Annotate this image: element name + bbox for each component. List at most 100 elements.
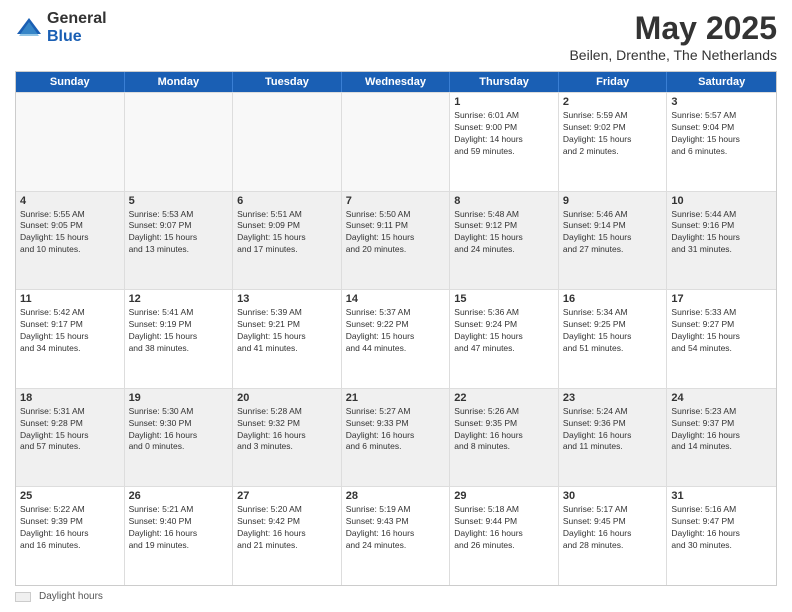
day-number: 15 <box>454 293 554 305</box>
day-number: 17 <box>671 293 772 305</box>
calendar-cell: 16 Sunrise: 5:34 AM Sunset: 9:25 PM Dayli… <box>559 290 668 388</box>
calendar-cell <box>233 93 342 191</box>
calendar-cell <box>125 93 234 191</box>
day-info: Sunrise: 5:59 AM Sunset: 9:02 PM Dayligh… <box>563 110 663 158</box>
calendar-header-cell: Thursday <box>450 72 559 92</box>
day-number: 3 <box>671 96 772 108</box>
calendar-cell: 11Sunrise: 5:42 AM Sunset: 9:17 PM Dayli… <box>16 290 125 388</box>
header: General Blue May 2025 Beilen, Drenthe, T… <box>15 10 777 63</box>
calendar-cell: 31 Sunrise: 5:16 AM Sunset: 9:47 PM Dayli… <box>667 487 776 585</box>
day-info: Sunrise: 5:34 AM Sunset: 9:25 PM Dayligh… <box>563 307 663 355</box>
footer: Daylight hours <box>15 591 777 602</box>
day-info: Sunrise: 5:21 AM Sunset: 9:40 PM Dayligh… <box>129 504 229 552</box>
calendar-cell: 22Sunrise: 5:26 AM Sunset: 9:35 PM Dayli… <box>450 389 559 487</box>
day-info: Sunrise: 5:30 AM Sunset: 9:30 PM Dayligh… <box>129 406 229 454</box>
day-info: Sunrise: 5:19 AM Sunset: 9:43 PM Dayligh… <box>346 504 446 552</box>
day-number: 20 <box>237 392 337 404</box>
calendar-cell: 15 Sunrise: 5:36 AM Sunset: 9:24 PM Dayli… <box>450 290 559 388</box>
day-number: 9 <box>563 195 663 207</box>
title-section: May 2025 Beilen, Drenthe, The Netherland… <box>569 10 777 63</box>
logo: General Blue <box>15 10 107 45</box>
day-number: 5 <box>129 195 229 207</box>
day-info: Sunrise: 6:01 AM Sunset: 9:00 PM Dayligh… <box>454 110 554 158</box>
calendar-cell: 26 Sunrise: 5:21 AM Sunset: 9:40 PM Dayli… <box>125 487 234 585</box>
footer-label: Daylight hours <box>39 591 103 602</box>
day-info: Sunrise: 5:55 AM Sunset: 9:05 PM Dayligh… <box>20 209 120 257</box>
day-info: Sunrise: 5:26 AM Sunset: 9:35 PM Dayligh… <box>454 406 554 454</box>
day-info: Sunrise: 5:28 AM Sunset: 9:32 PM Dayligh… <box>237 406 337 454</box>
logo-blue: Blue <box>47 28 107 46</box>
day-info: Sunrise: 5:31 AM Sunset: 9:28 PM Dayligh… <box>20 406 120 454</box>
day-info: Sunrise: 5:18 AM Sunset: 9:44 PM Dayligh… <box>454 504 554 552</box>
calendar-header-cell: Saturday <box>667 72 776 92</box>
location: Beilen, Drenthe, The Netherlands <box>569 47 777 63</box>
day-number: 14 <box>346 293 446 305</box>
calendar-cell: 6 Sunrise: 5:51 AM Sunset: 9:09 PM Daylig… <box>233 192 342 290</box>
day-info: Sunrise: 5:41 AM Sunset: 9:19 PM Dayligh… <box>129 307 229 355</box>
calendar-header-cell: Monday <box>125 72 234 92</box>
calendar-cell <box>342 93 451 191</box>
logo-icon <box>15 14 43 42</box>
logo-general: General <box>47 10 107 28</box>
calendar-cell: 25Sunrise: 5:22 AM Sunset: 9:39 PM Dayli… <box>16 487 125 585</box>
day-number: 26 <box>129 490 229 502</box>
calendar-cell: 21 Sunrise: 5:27 AM Sunset: 9:33 PM Dayli… <box>342 389 451 487</box>
day-info: Sunrise: 5:39 AM Sunset: 9:21 PM Dayligh… <box>237 307 337 355</box>
day-info: Sunrise: 5:37 AM Sunset: 9:22 PM Dayligh… <box>346 307 446 355</box>
day-number: 16 <box>563 293 663 305</box>
day-number: 24 <box>671 392 772 404</box>
day-info: Sunrise: 5:42 AM Sunset: 9:17 PM Dayligh… <box>20 307 120 355</box>
calendar-cell: 29 Sunrise: 5:18 AM Sunset: 9:44 PM Dayli… <box>450 487 559 585</box>
day-info: Sunrise: 5:24 AM Sunset: 9:36 PM Dayligh… <box>563 406 663 454</box>
day-number: 1 <box>454 96 554 108</box>
day-info: Sunrise: 5:51 AM Sunset: 9:09 PM Dayligh… <box>237 209 337 257</box>
day-number: 10 <box>671 195 772 207</box>
calendar-row: 11Sunrise: 5:42 AM Sunset: 9:17 PM Dayli… <box>16 289 776 388</box>
calendar-cell: 3Sunrise: 5:57 AM Sunset: 9:04 PM Daylig… <box>667 93 776 191</box>
day-number: 6 <box>237 195 337 207</box>
day-info: Sunrise: 5:27 AM Sunset: 9:33 PM Dayligh… <box>346 406 446 454</box>
day-number: 29 <box>454 490 554 502</box>
day-number: 31 <box>671 490 772 502</box>
day-number: 19 <box>129 392 229 404</box>
calendar-cell: 5Sunrise: 5:53 AM Sunset: 9:07 PM Daylig… <box>125 192 234 290</box>
day-number: 2 <box>563 96 663 108</box>
calendar-header-row: SundayMondayTuesdayWednesdayThursdayFrid… <box>16 72 776 92</box>
day-info: Sunrise: 5:17 AM Sunset: 9:45 PM Dayligh… <box>563 504 663 552</box>
calendar-row: 4 Sunrise: 5:55 AM Sunset: 9:05 PM Daylig… <box>16 191 776 290</box>
calendar-cell: 12Sunrise: 5:41 AM Sunset: 9:19 PM Dayli… <box>125 290 234 388</box>
day-info: Sunrise: 5:36 AM Sunset: 9:24 PM Dayligh… <box>454 307 554 355</box>
calendar-cell: 10Sunrise: 5:44 AM Sunset: 9:16 PM Dayli… <box>667 192 776 290</box>
month-title: May 2025 <box>569 10 777 47</box>
calendar-header-cell: Friday <box>559 72 668 92</box>
calendar-cell: 2 Sunrise: 5:59 AM Sunset: 9:02 PM Daylig… <box>559 93 668 191</box>
day-info: Sunrise: 5:16 AM Sunset: 9:47 PM Dayligh… <box>671 504 772 552</box>
footer-shaded-box <box>15 592 31 602</box>
day-number: 8 <box>454 195 554 207</box>
day-number: 13 <box>237 293 337 305</box>
calendar-cell: 7Sunrise: 5:50 AM Sunset: 9:11 PM Daylig… <box>342 192 451 290</box>
calendar: SundayMondayTuesdayWednesdayThursdayFrid… <box>15 71 777 586</box>
day-number: 4 <box>20 195 120 207</box>
day-number: 23 <box>563 392 663 404</box>
calendar-cell: 24Sunrise: 5:23 AM Sunset: 9:37 PM Dayli… <box>667 389 776 487</box>
day-number: 30 <box>563 490 663 502</box>
day-info: Sunrise: 5:48 AM Sunset: 9:12 PM Dayligh… <box>454 209 554 257</box>
calendar-cell: 28 Sunrise: 5:19 AM Sunset: 9:43 PM Dayli… <box>342 487 451 585</box>
calendar-cell: 13 Sunrise: 5:39 AM Sunset: 9:21 PM Dayli… <box>233 290 342 388</box>
calendar-header-cell: Sunday <box>16 72 125 92</box>
calendar-cell: 14 Sunrise: 5:37 AM Sunset: 9:22 PM Dayli… <box>342 290 451 388</box>
day-info: Sunrise: 5:33 AM Sunset: 9:27 PM Dayligh… <box>671 307 772 355</box>
calendar-cell: 9Sunrise: 5:46 AM Sunset: 9:14 PM Daylig… <box>559 192 668 290</box>
calendar-cell: 27Sunrise: 5:20 AM Sunset: 9:42 PM Dayli… <box>233 487 342 585</box>
calendar-cell: 17 Sunrise: 5:33 AM Sunset: 9:27 PM Dayli… <box>667 290 776 388</box>
day-number: 21 <box>346 392 446 404</box>
calendar-cell: 30 Sunrise: 5:17 AM Sunset: 9:45 PM Dayli… <box>559 487 668 585</box>
calendar-row: 25Sunrise: 5:22 AM Sunset: 9:39 PM Dayli… <box>16 486 776 585</box>
calendar-header-cell: Tuesday <box>233 72 342 92</box>
calendar-cell: 1 Sunrise: 6:01 AM Sunset: 9:00 PM Daylig… <box>450 93 559 191</box>
day-number: 28 <box>346 490 446 502</box>
calendar-cell: 4 Sunrise: 5:55 AM Sunset: 9:05 PM Daylig… <box>16 192 125 290</box>
day-number: 18 <box>20 392 120 404</box>
calendar-cell: 18 Sunrise: 5:31 AM Sunset: 9:28 PM Dayli… <box>16 389 125 487</box>
